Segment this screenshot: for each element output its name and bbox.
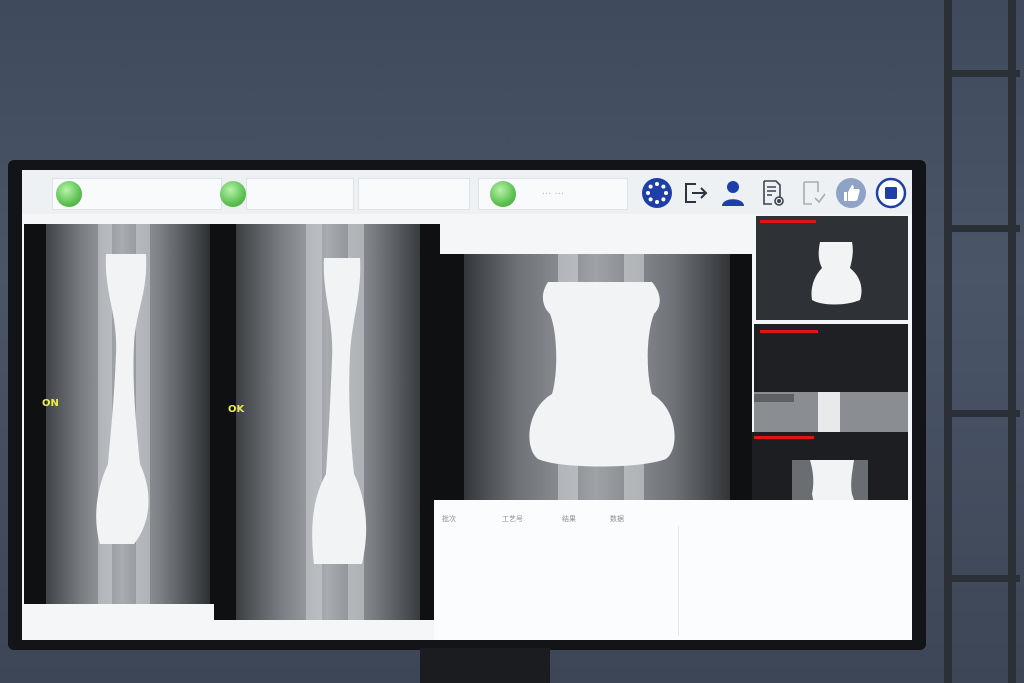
thumbnail-image-1 bbox=[756, 216, 908, 320]
status-field-2 bbox=[246, 178, 354, 210]
ladder-rung bbox=[944, 410, 1020, 417]
stop-icon bbox=[875, 177, 907, 209]
user-button[interactable] bbox=[716, 176, 750, 210]
xray-view-left[interactable]: ON bbox=[24, 224, 220, 604]
settings-wheel-button[interactable] bbox=[640, 176, 674, 210]
xray-view-middle[interactable]: OK bbox=[214, 224, 440, 620]
status-indicator-1 bbox=[56, 181, 82, 207]
logout-button[interactable] bbox=[678, 176, 712, 210]
thumbnail-1[interactable] bbox=[756, 216, 908, 320]
logout-icon bbox=[685, 183, 708, 203]
results-table: 批次 工艺号 结果 数据 bbox=[434, 500, 912, 640]
settings-wheel-icon bbox=[642, 178, 672, 208]
table-divider bbox=[678, 526, 679, 636]
inspection-screen: ··· ··· ON OK 批次 工艺号 结果 数据 bbox=[22, 170, 912, 640]
thumbnail-2[interactable] bbox=[754, 324, 908, 434]
ladder-rung bbox=[944, 575, 1020, 582]
status-field-3 bbox=[358, 178, 470, 210]
monitor-stand bbox=[420, 648, 550, 683]
thumbs-up-icon bbox=[836, 178, 866, 208]
table-header-batch: 批次 bbox=[442, 515, 456, 523]
toolbar: ··· ··· bbox=[22, 170, 912, 214]
document-settings-button[interactable] bbox=[756, 176, 790, 210]
document-settings-icon bbox=[763, 180, 784, 206]
status-indicator-2 bbox=[220, 181, 246, 207]
red-marker-2 bbox=[760, 330, 818, 333]
ladder-rung bbox=[944, 70, 1020, 77]
user-icon bbox=[722, 181, 744, 206]
save-document-icon bbox=[803, 181, 826, 205]
status-label-middle: OK bbox=[228, 404, 245, 415]
xray-image-middle bbox=[214, 224, 440, 620]
table-header-data: 数据 bbox=[610, 515, 624, 523]
table-header-process: 工艺号 bbox=[502, 515, 523, 523]
status-indicator-3 bbox=[490, 181, 516, 207]
save-document-button[interactable] bbox=[796, 176, 830, 210]
ladder-rung bbox=[944, 225, 1020, 232]
xray-image-left bbox=[24, 224, 220, 604]
red-marker-3 bbox=[754, 436, 814, 439]
status-label-left: ON bbox=[42, 398, 59, 409]
thumbnail-image-2 bbox=[754, 324, 908, 434]
red-marker-1 bbox=[760, 220, 816, 223]
table-header-result: 结果 bbox=[562, 515, 576, 523]
approve-button[interactable] bbox=[834, 176, 868, 210]
stop-button[interactable] bbox=[874, 176, 908, 210]
xray-image-main bbox=[440, 254, 752, 510]
xray-view-main[interactable] bbox=[440, 254, 752, 510]
